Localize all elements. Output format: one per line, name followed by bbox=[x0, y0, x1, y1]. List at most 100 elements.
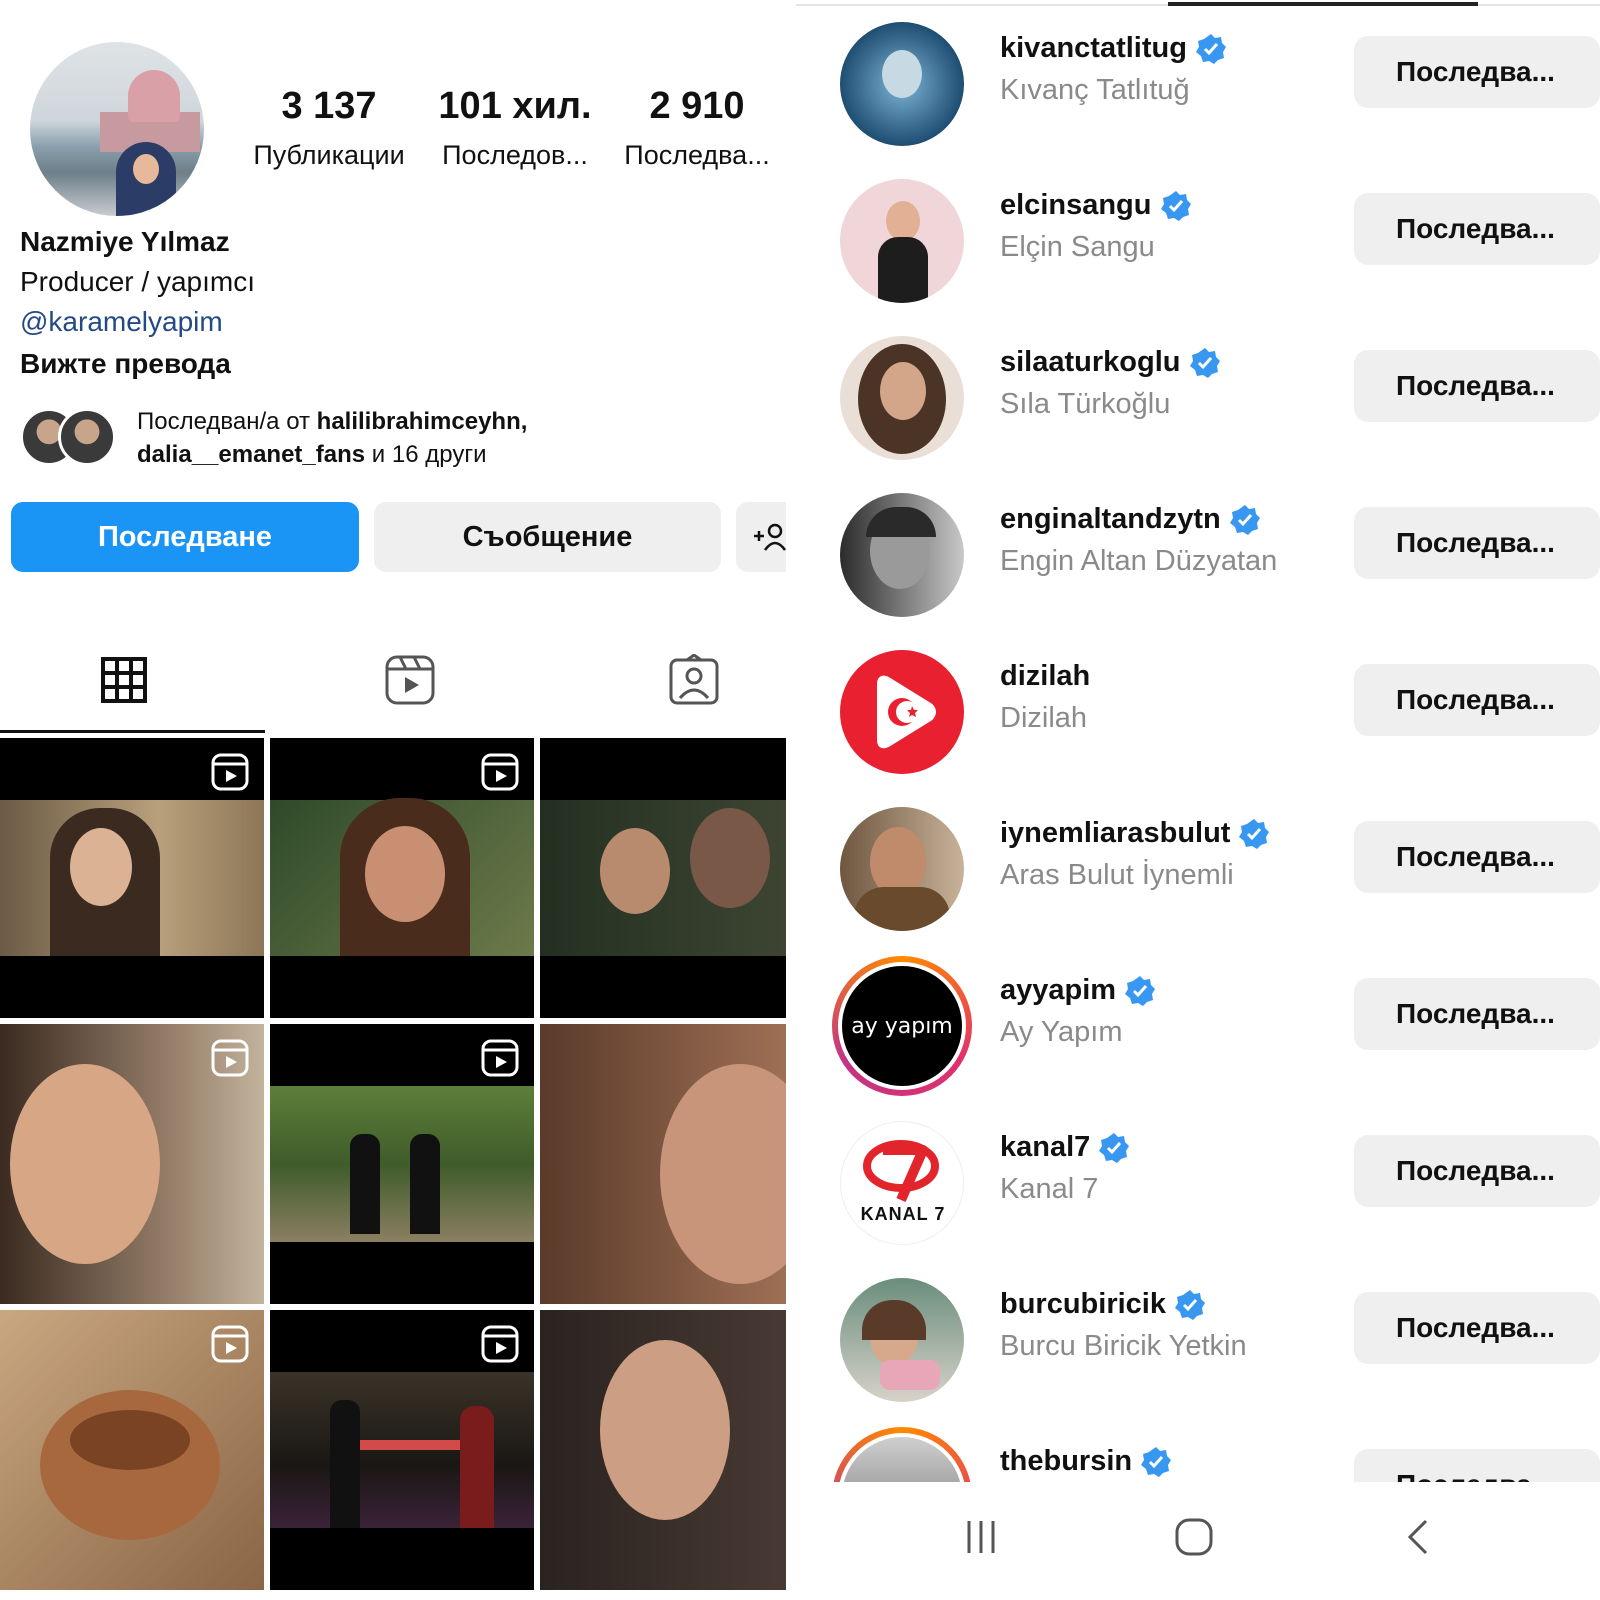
grid-post[interactable] bbox=[270, 1024, 534, 1304]
profile-avatar[interactable] bbox=[30, 42, 204, 216]
username[interactable]: dizilah bbox=[1000, 660, 1090, 693]
username[interactable]: kivanctatlitug bbox=[1000, 32, 1227, 65]
kanal7-logo-text: KANAL 7 bbox=[860, 1204, 946, 1224]
home-button[interactable] bbox=[1154, 1502, 1234, 1572]
avatar[interactable] bbox=[840, 22, 964, 146]
grid-post[interactable] bbox=[0, 1024, 264, 1304]
list-item[interactable]: burcubiricik Burcu Biricik Yetkin Послед… bbox=[786, 1266, 1600, 1423]
mutual-followers-text[interactable]: Последван/а от halilibrahimceyhn, dalia_… bbox=[137, 405, 527, 471]
username[interactable]: iynemliarasbulut bbox=[1000, 817, 1270, 850]
list-item[interactable]: thebursin Последва... bbox=[786, 1423, 1600, 1482]
username[interactable]: elcinsangu bbox=[1000, 189, 1192, 222]
avatar[interactable] bbox=[832, 1427, 972, 1482]
full-name: Aras Bulut İynemli bbox=[1000, 859, 1234, 891]
system-navigation-bar bbox=[786, 1482, 1600, 1600]
tab-tagged[interactable] bbox=[654, 640, 734, 720]
list-item[interactable]: KANAL 7 kanal7 Kanal 7 Последва... bbox=[786, 1109, 1600, 1266]
following-button[interactable]: Последва... bbox=[1354, 1135, 1600, 1207]
add-user-button[interactable] bbox=[736, 502, 786, 572]
grid-post[interactable] bbox=[540, 1024, 786, 1304]
grid-post[interactable] bbox=[270, 738, 534, 1018]
profile-link[interactable]: @karamelyapim bbox=[20, 306, 223, 338]
avatar[interactable]: KANAL 7 bbox=[840, 1121, 964, 1245]
add-user-icon bbox=[754, 523, 786, 551]
ayyapim-logo: ay yapım bbox=[842, 966, 962, 1086]
full-name: Dizilah bbox=[1000, 702, 1088, 734]
following-button[interactable]: Последва... bbox=[1354, 1292, 1600, 1364]
recent-apps-button[interactable] bbox=[941, 1502, 1021, 1572]
posts-stat[interactable]: 3 137 Публикации bbox=[244, 84, 414, 172]
recent-apps-icon bbox=[967, 1521, 995, 1553]
grid-post[interactable] bbox=[540, 738, 786, 1018]
dizilah-logo-icon bbox=[877, 675, 936, 749]
following-button[interactable]: Последва... bbox=[1354, 507, 1600, 579]
home-icon bbox=[1175, 1518, 1213, 1556]
list-item[interactable]: silaaturkoglu Sıla Türkoğlu Последва... bbox=[786, 324, 1600, 481]
list-item[interactable]: dizilah Dizilah Последва... bbox=[786, 638, 1600, 795]
grid-post[interactable] bbox=[540, 1310, 786, 1590]
list-item[interactable]: enginaltandzytn Engin Altan Düzyatan Пос… bbox=[786, 481, 1600, 638]
grid-post[interactable] bbox=[0, 1310, 264, 1590]
avatar[interactable]: ay yapım bbox=[832, 956, 972, 1096]
avatar[interactable] bbox=[840, 807, 964, 931]
tab-grid[interactable] bbox=[84, 640, 164, 720]
profile-bio: Producer / yapımcı bbox=[20, 266, 255, 297]
list-item[interactable]: elcinsangu Elçin Sangu Последва... bbox=[786, 167, 1600, 324]
profile-panel: 3 137 Публикации 101 хил. Последов... 2 … bbox=[0, 0, 786, 1600]
username[interactable]: ayyapim bbox=[1000, 974, 1156, 1007]
full-name: Ay Yapım bbox=[1000, 1016, 1123, 1048]
list-item[interactable]: ay yapım ayyapim Ay Yapım Последва... bbox=[786, 952, 1600, 1109]
username[interactable]: kanal7 bbox=[1000, 1131, 1130, 1164]
followers-label: Последов... bbox=[442, 140, 588, 170]
reel-icon bbox=[211, 1325, 249, 1363]
following-button[interactable]: Последва... bbox=[1354, 1449, 1600, 1482]
grid-post[interactable] bbox=[270, 1310, 534, 1590]
avatar[interactable] bbox=[840, 1278, 964, 1402]
following-button[interactable]: Последва... bbox=[1354, 193, 1600, 265]
following-button[interactable]: Последва... bbox=[1354, 821, 1600, 893]
avatar bbox=[58, 408, 116, 466]
avatar[interactable] bbox=[840, 493, 964, 617]
username[interactable]: thebursin bbox=[1000, 1445, 1172, 1478]
posts-label: Публикации bbox=[253, 140, 405, 170]
avatar[interactable] bbox=[840, 336, 964, 460]
grid-icon bbox=[101, 657, 147, 703]
message-button[interactable]: Съобщение bbox=[374, 502, 721, 572]
verified-badge-icon bbox=[1125, 975, 1156, 1006]
tab-reels[interactable] bbox=[370, 640, 450, 720]
reel-icon bbox=[211, 1039, 249, 1077]
full-name: Burcu Biricik Yetkin bbox=[1000, 1330, 1247, 1362]
verified-badge-icon bbox=[1141, 1446, 1172, 1477]
following-button[interactable]: Последва... bbox=[1354, 350, 1600, 422]
reel-icon bbox=[211, 753, 249, 791]
avatar[interactable] bbox=[840, 650, 964, 774]
avatar[interactable] bbox=[840, 179, 964, 303]
kanal7-logo-icon bbox=[863, 1140, 939, 1203]
username[interactable]: burcubiricik bbox=[1000, 1288, 1206, 1321]
followed-by-user: halilibrahimceyhn, bbox=[316, 408, 528, 435]
following-button[interactable]: Последва... bbox=[1354, 36, 1600, 108]
profile-name: Nazmiye Yılmaz bbox=[20, 226, 230, 257]
followers-stat[interactable]: 101 хил. Последов... bbox=[430, 84, 600, 172]
verified-badge-icon bbox=[1195, 33, 1226, 64]
list-item[interactable]: kivanctatlitug Kıvanç Tatlıtuğ Последва.… bbox=[786, 10, 1600, 167]
username[interactable]: enginaltandzytn bbox=[1000, 503, 1261, 536]
back-button[interactable] bbox=[1380, 1502, 1460, 1572]
grid-post[interactable] bbox=[0, 738, 264, 1018]
back-icon bbox=[1407, 1519, 1428, 1555]
active-tab-indicator bbox=[0, 730, 265, 733]
username[interactable]: silaaturkoglu bbox=[1000, 346, 1221, 379]
list-item[interactable]: iynemliarasbulut Aras Bulut İynemli Посл… bbox=[786, 795, 1600, 952]
full-name: Engin Altan Düzyatan bbox=[1000, 545, 1278, 577]
following-stat[interactable]: 2 910 Последва... bbox=[612, 84, 782, 172]
verified-badge-icon bbox=[1099, 1132, 1130, 1163]
verified-badge-icon bbox=[1239, 818, 1270, 849]
reels-icon bbox=[385, 655, 435, 705]
following-button[interactable]: Последва... bbox=[1354, 978, 1600, 1050]
verified-badge-icon bbox=[1189, 347, 1220, 378]
mutual-followers-avatars[interactable] bbox=[20, 408, 120, 468]
see-translation-link[interactable]: Вижте превода bbox=[20, 348, 231, 380]
following-button[interactable]: Последва... bbox=[1354, 664, 1600, 736]
follow-button[interactable]: Последване bbox=[11, 502, 359, 572]
following-list[interactable]: kivanctatlitug Kıvanç Tatlıtuğ Последва.… bbox=[786, 0, 1600, 1482]
